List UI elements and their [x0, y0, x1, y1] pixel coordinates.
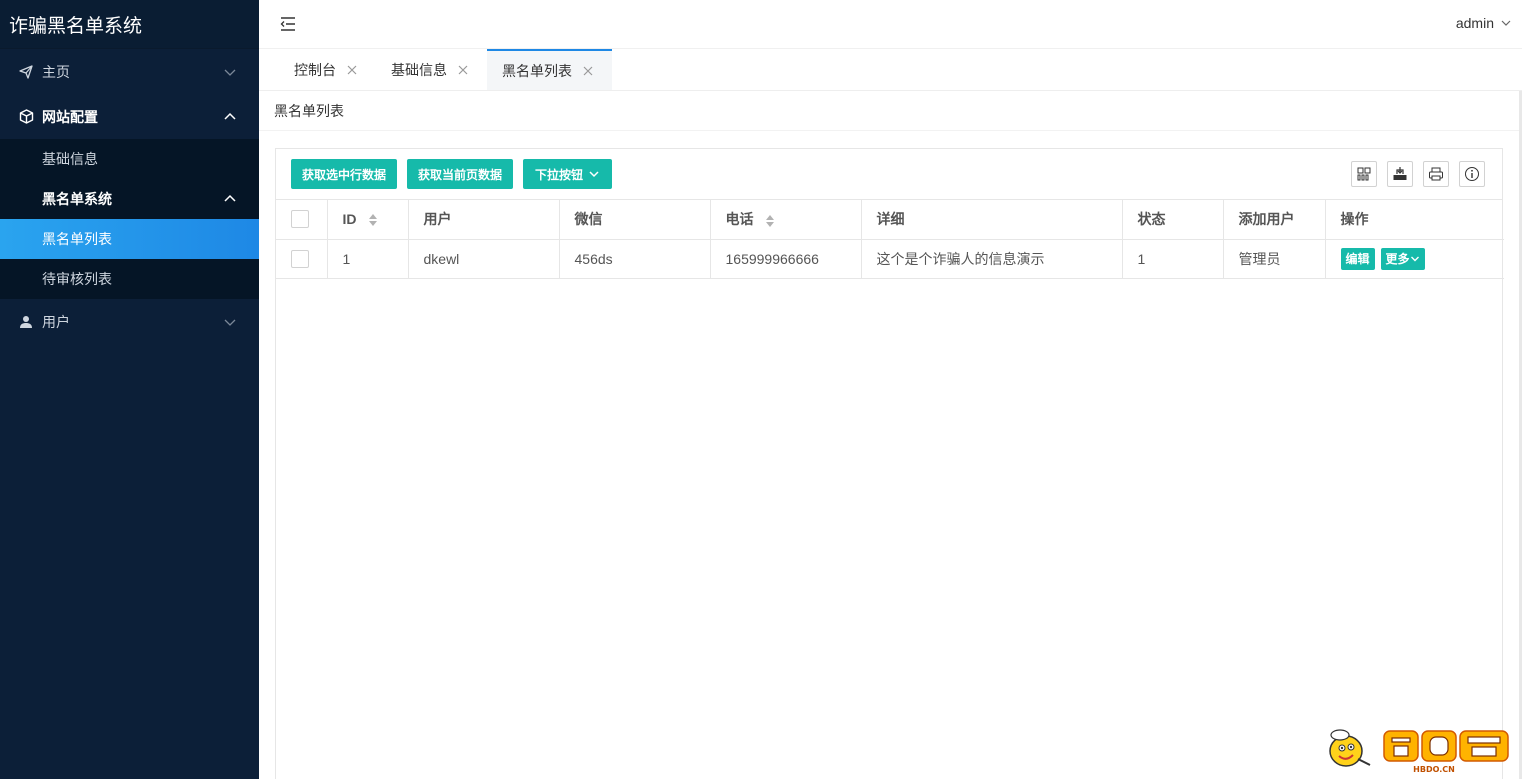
sidebar: 诈骗黑名单系统 主页 网站配置 基础信息 黑名单系统 黑名单列表 待审核列表 用… — [0, 0, 259, 779]
column-header-phone[interactable]: 电话 — [710, 200, 862, 240]
column-header-detail: 详细 — [861, 200, 1123, 240]
sidebar-item-label: 用户 — [42, 313, 70, 330]
chevron-down-icon — [224, 69, 236, 76]
tab-basic-info[interactable]: 基础信息 — [376, 49, 487, 90]
chevron-down-icon — [589, 171, 599, 178]
sidebar-item-home[interactable]: 主页 — [0, 49, 259, 94]
user-icon — [18, 314, 34, 330]
sidebar-item-users[interactable]: 用户 — [0, 299, 259, 344]
tab-bar: 控制台 基础信息 黑名单列表 — [259, 49, 1522, 91]
main-content: 黑名单列表 获取选中行数据 获取当前页数据 下拉按钮 ID 用户 微信 电话 详… — [259, 91, 1522, 779]
app-title: 诈骗黑名单系统 — [0, 0, 259, 49]
cell-phone: 165999966666 — [710, 239, 862, 279]
table-panel: 获取选中行数据 获取当前页数据 下拉按钮 ID 用户 微信 电话 详细 状态 添… — [275, 148, 1504, 779]
breadcrumb: 黑名单列表 — [259, 91, 1522, 131]
column-header-status: 状态 — [1122, 200, 1224, 240]
more-button-label: 更多 — [1385, 252, 1410, 266]
info-icon[interactable] — [1459, 161, 1485, 187]
submenu-site-config: 基础信息 黑名单系统 黑名单列表 待审核列表 — [0, 139, 259, 299]
watermark-logo: HBDO.CN — [1329, 729, 1509, 774]
tab-blacklist-list[interactable]: 黑名单列表 — [487, 49, 612, 90]
sidebar-item-label: 黑名单系统 — [42, 191, 112, 207]
cell-wechat: 456ds — [559, 239, 711, 279]
sort-icon[interactable] — [368, 213, 378, 227]
chevron-up-icon — [224, 112, 236, 120]
chevron-down-icon — [224, 319, 236, 326]
print-icon[interactable] — [1423, 161, 1449, 187]
column-header-id[interactable]: ID — [327, 200, 409, 240]
close-icon[interactable] — [346, 64, 358, 76]
sidebar-item-label: 主页 — [42, 63, 70, 80]
table-toolbar: 获取选中行数据 获取当前页数据 下拉按钮 — [276, 149, 1502, 200]
column-header-user: 用户 — [408, 200, 560, 240]
paper-plane-icon — [18, 64, 34, 80]
watermark-text: HBDO.CN — [1413, 765, 1455, 774]
row-select-cell — [276, 239, 328, 279]
edit-button[interactable]: 编辑 — [1340, 247, 1375, 270]
get-selected-button[interactable]: 获取选中行数据 — [291, 159, 397, 189]
cell-status: 1 — [1122, 239, 1224, 279]
cube-icon — [18, 109, 34, 125]
sidebar-item-label: 网站配置 — [42, 108, 98, 125]
table-header-row: ID 用户 微信 电话 详细 状态 添加用户 操作 — [276, 200, 1504, 240]
column-label: ID — [342, 211, 357, 228]
sidebar-item-pending-review[interactable]: 待审核列表 — [0, 259, 259, 299]
chevron-down-icon — [1501, 20, 1511, 26]
user-menu[interactable]: admin — [1456, 15, 1512, 31]
column-label: 电话 — [725, 211, 754, 228]
top-header: admin — [259, 0, 1522, 49]
cell-detail: 这个是个诈骗人的信息演示 — [861, 239, 1123, 279]
sidebar-item-blacklist-list[interactable]: 黑名单列表 — [0, 219, 259, 259]
tab-label: 黑名单列表 — [502, 62, 572, 79]
blacklist-table: ID 用户 微信 电话 详细 状态 添加用户 操作 1 dkewl 456ds … — [276, 200, 1504, 279]
column-header-actions: 操作 — [1325, 200, 1504, 240]
close-icon[interactable] — [457, 64, 469, 76]
chevron-down-icon — [1410, 256, 1419, 261]
dropdown-button[interactable]: 下拉按钮 — [523, 159, 612, 189]
menu-fold-icon[interactable] — [280, 16, 296, 32]
column-header-wechat: 微信 — [559, 200, 711, 240]
cell-id: 1 — [327, 239, 409, 279]
get-page-button[interactable]: 获取当前页数据 — [407, 159, 513, 189]
chevron-up-icon — [224, 194, 236, 202]
username: admin — [1455, 15, 1494, 31]
export-icon[interactable] — [1387, 161, 1413, 187]
sidebar-item-blacklist-system[interactable]: 黑名单系统 — [0, 179, 259, 219]
cell-added-by: 管理员 — [1223, 239, 1326, 279]
tab-console[interactable]: 控制台 — [259, 49, 376, 90]
sidebar-item-basic-info[interactable]: 基础信息 — [0, 139, 259, 179]
more-button[interactable]: 更多 — [1380, 247, 1425, 270]
close-icon[interactable] — [582, 65, 594, 77]
column-header-added-by: 添加用户 — [1223, 200, 1326, 240]
columns-filter-icon[interactable] — [1351, 161, 1377, 187]
sidebar-item-site-config[interactable]: 网站配置 — [0, 94, 259, 139]
tab-label: 基础信息 — [391, 61, 447, 78]
row-checkbox[interactable] — [291, 249, 309, 268]
dropdown-button-label: 下拉按钮 — [534, 167, 583, 182]
cell-actions: 编辑 更多 — [1325, 239, 1504, 279]
select-all-cell — [276, 200, 328, 240]
table-row[interactable]: 1 dkewl 456ds 165999966666 这个是个诈骗人的信息演示 … — [276, 239, 1504, 279]
select-all-checkbox[interactable] — [291, 210, 309, 229]
tab-label: 控制台 — [294, 61, 336, 78]
sort-icon[interactable] — [765, 214, 775, 228]
cell-user: dkewl — [408, 239, 560, 279]
